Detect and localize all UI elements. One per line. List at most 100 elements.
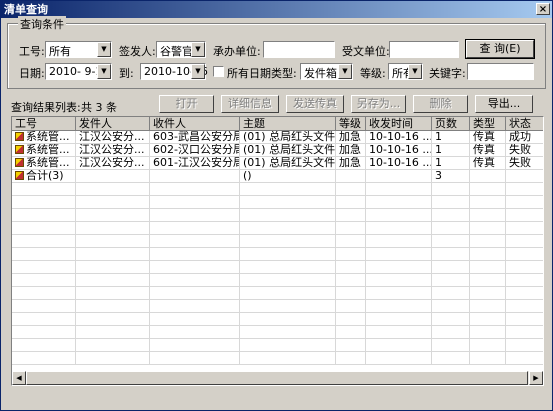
signer-select[interactable]: 谷警官 ▼ xyxy=(156,41,206,58)
table-cell xyxy=(76,248,150,261)
dropdown-arrow-icon[interactable]: ▼ xyxy=(97,64,111,79)
dropdown-arrow-icon[interactable]: ▼ xyxy=(408,64,422,79)
table-cell xyxy=(240,287,336,300)
table-cell xyxy=(432,209,470,222)
table-row[interactable]: 合计(3) () 3 xyxy=(12,170,543,183)
table-cell xyxy=(12,352,76,365)
column-header[interactable]: 状态 xyxy=(506,117,543,131)
table-row[interactable]: 系统管... 江汉公安分... 601-江汉公安分局 (01) 总局红头文件 加急 10-… xyxy=(12,157,543,170)
table-cell xyxy=(76,287,150,300)
query-button[interactable]: 查 询(E) xyxy=(465,39,535,59)
empty-row xyxy=(12,222,543,235)
table-cell: 601-江汉公安分局 xyxy=(150,157,240,170)
table-cell xyxy=(76,274,150,287)
keyword-input[interactable] xyxy=(467,63,534,80)
close-button[interactable]: × xyxy=(536,3,550,15)
table-cell xyxy=(432,300,470,313)
handling-unit-input[interactable] xyxy=(263,41,335,58)
all-dates-checkbox[interactable] xyxy=(213,66,224,77)
column-header[interactable]: 收件人 xyxy=(150,117,240,131)
table-cell xyxy=(366,196,432,209)
delete-button[interactable]: 删除 xyxy=(413,95,468,113)
table-cell xyxy=(12,313,76,326)
table-cell xyxy=(240,339,336,352)
level-select[interactable]: 所有 ▼ xyxy=(388,63,423,80)
table-cell: 合计(3) xyxy=(12,170,76,183)
empty-row xyxy=(12,352,543,365)
table-row[interactable]: 系统管... 江汉公安分... 602-汉口公安分局 (01) 总局红头文件 加急 10-… xyxy=(12,144,543,157)
table-cell xyxy=(76,235,150,248)
dropdown-arrow-icon[interactable]: ▼ xyxy=(191,42,205,57)
open-button[interactable]: 打开 xyxy=(159,95,214,113)
table-cell: (01) 总局红头文件 xyxy=(240,144,336,157)
column-header[interactable]: 等级 xyxy=(336,117,366,131)
window-title: 清单查询 xyxy=(4,3,48,16)
export-button[interactable]: 导出... xyxy=(475,95,533,113)
column-header[interactable]: 页数 xyxy=(432,117,470,131)
table-cell xyxy=(470,183,506,196)
table-cell xyxy=(432,287,470,300)
job-no-select[interactable]: 所有 ▼ xyxy=(45,41,112,58)
scroll-left-icon[interactable]: ◀ xyxy=(12,371,26,385)
column-header[interactable]: 发件人 xyxy=(76,117,150,131)
empty-row xyxy=(12,287,543,300)
table-row[interactable]: 系统管... 江汉公安分... 603-武昌公安分局 (01) 总局红头文件 加急 10-… xyxy=(12,131,543,144)
table-cell xyxy=(506,235,543,248)
table-cell xyxy=(12,209,76,222)
column-header[interactable]: 工号 xyxy=(12,117,76,131)
table-cell xyxy=(506,248,543,261)
table-cell xyxy=(506,352,543,365)
table-cell: 失败 xyxy=(506,144,543,157)
table-cell xyxy=(240,274,336,287)
details-button[interactable]: 详细信息 xyxy=(221,95,279,113)
save-as-button[interactable]: 另存为... xyxy=(351,95,406,113)
table-cell xyxy=(76,196,150,209)
fax-document-icon xyxy=(15,145,24,154)
results-table[interactable]: 工号 发件人 收件人 主题 等级 收发时间 页数 类型 状态 系统管... 江汉公安分... 603… xyxy=(11,116,544,386)
table-cell xyxy=(150,313,240,326)
column-header[interactable]: 主题 xyxy=(240,117,336,131)
table-cell xyxy=(366,313,432,326)
table-cell xyxy=(506,170,543,183)
date-label: 日期: xyxy=(19,67,45,80)
type-select[interactable]: 发件箱 ▼ xyxy=(300,63,353,80)
resend-fax-button[interactable]: 发送传真 xyxy=(286,95,344,113)
column-header[interactable]: 收发时间 xyxy=(366,117,432,131)
table-cell: 江汉公安分... xyxy=(76,144,150,157)
date-to-picker[interactable]: 2010-10-16 ▼ xyxy=(140,63,208,80)
table-cell xyxy=(76,183,150,196)
table-cell xyxy=(506,313,543,326)
table-cell xyxy=(76,313,150,326)
date-from-picker[interactable]: 2010- 9-16 ▼ xyxy=(45,63,112,80)
empty-row xyxy=(12,209,543,222)
column-header[interactable]: 类型 xyxy=(470,117,506,131)
table-cell: 传真 xyxy=(470,157,506,170)
table-cell xyxy=(366,300,432,313)
scroll-right-icon[interactable]: ▶ xyxy=(529,371,543,385)
query-window: 清单查询 × 查询条件 工号: 所有 ▼ 签发人: 谷警官 ▼ 承办单位: 受文… xyxy=(0,0,553,411)
table-cell xyxy=(470,209,506,222)
table-cell xyxy=(432,339,470,352)
table-cell xyxy=(432,183,470,196)
scroll-thumb[interactable] xyxy=(26,371,528,385)
table-cell: 1 xyxy=(432,157,470,170)
table-cell xyxy=(150,261,240,274)
signer-label: 签发人: xyxy=(119,45,156,58)
table-cell: 系统管... xyxy=(12,131,76,144)
table-cell xyxy=(506,196,543,209)
dropdown-arrow-icon[interactable]: ▼ xyxy=(191,64,205,79)
level-label: 等级: xyxy=(360,67,386,80)
cell-text: 系统管... xyxy=(26,144,70,156)
table-cell xyxy=(12,287,76,300)
dropdown-arrow-icon[interactable]: ▼ xyxy=(338,64,352,79)
table-cell xyxy=(76,352,150,365)
horizontal-scrollbar[interactable]: ◀ ▶ xyxy=(12,371,543,385)
table-cell xyxy=(240,209,336,222)
receiving-unit-input[interactable] xyxy=(389,41,459,58)
table-cell xyxy=(366,287,432,300)
table-cell xyxy=(12,326,76,339)
dropdown-arrow-icon[interactable]: ▼ xyxy=(97,42,111,57)
table-cell xyxy=(506,261,543,274)
table-cell xyxy=(470,326,506,339)
table-cell xyxy=(470,339,506,352)
